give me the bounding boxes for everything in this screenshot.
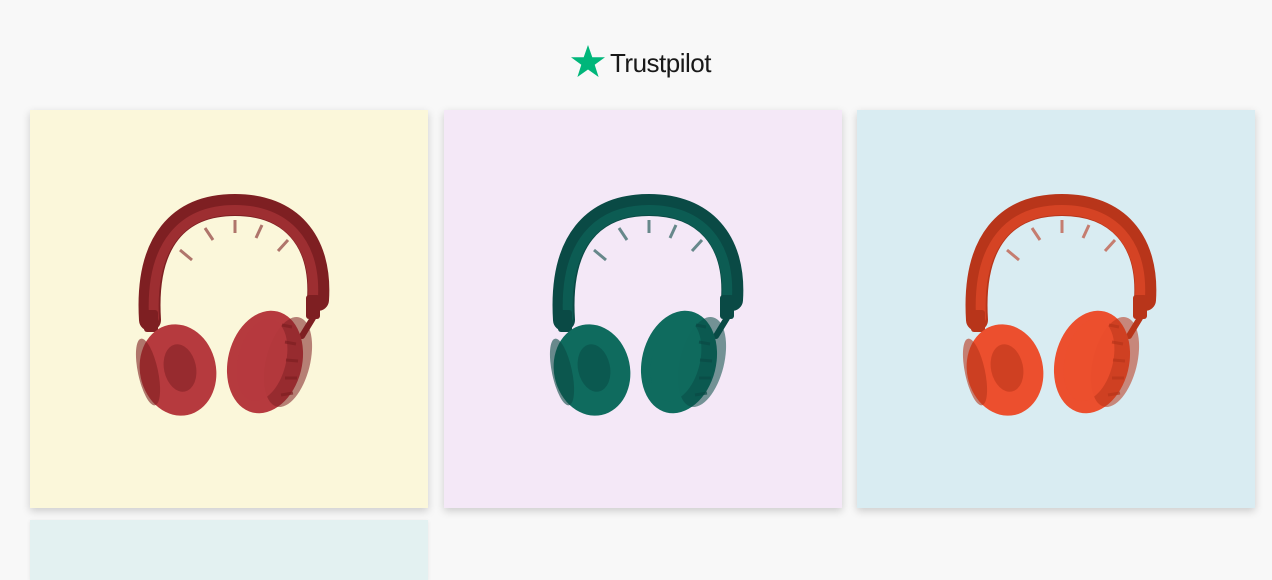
product-card[interactable] <box>30 110 428 508</box>
product-card[interactable] <box>444 110 842 508</box>
brand-name: Trustpilot <box>610 48 711 78</box>
headphones-icon <box>135 193 330 416</box>
headphones-icon <box>962 193 1157 416</box>
star-icon <box>571 45 605 77</box>
product-card[interactable] <box>30 520 428 580</box>
page-header: Trustpilot <box>0 0 1272 110</box>
headphones-icon <box>549 193 744 416</box>
trustpilot-logo[interactable]: Trustpilot <box>570 44 711 80</box>
product-card[interactable] <box>857 110 1255 508</box>
